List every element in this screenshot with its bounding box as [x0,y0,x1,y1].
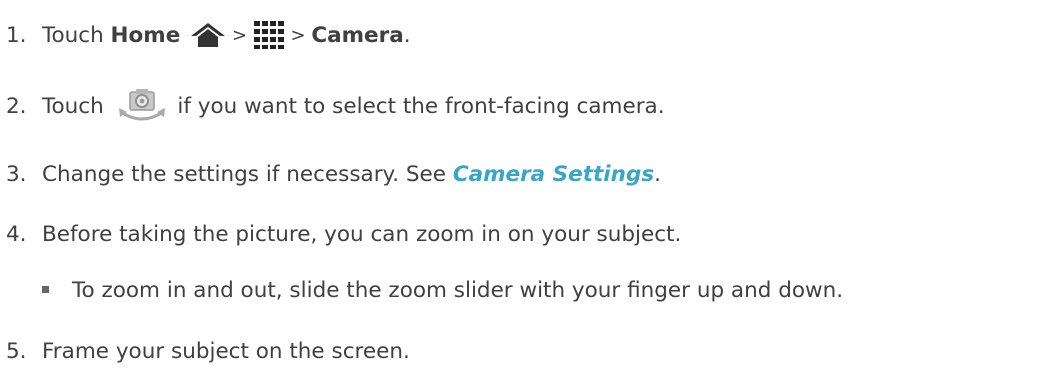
camera-label: Camera [311,22,404,48]
step-text-end: . [654,161,662,187]
step-number: 5. [6,338,27,364]
home-label: Home [110,22,181,48]
step-text: Change the settings if necessary. See [42,161,453,187]
step-3: 3. Change the settings if necessary. See… [6,154,661,194]
step-5: 5. Frame your subject on the screen. [6,331,410,371]
step-number: 1. [6,22,27,48]
bullet-marker [42,285,49,293]
separator: > [284,24,312,46]
camera-settings-link[interactable]: Camera Settings [453,162,654,187]
home-icon [190,22,226,48]
step-text: Touch [42,93,111,119]
step-number: 3. [6,161,27,187]
step-text-rest: if you want to select the front-facing c… [170,93,665,119]
bullet-text: To zoom in and out, slide the zoom slide… [72,277,844,303]
step-2: 2. Touch if you want to select the front… [6,86,665,126]
step-text: Before taking the picture, you can zoom … [42,221,682,247]
switch-camera-icon [117,86,167,126]
step-text-end: . [403,22,411,48]
step-4: 4. Before taking the picture, you can zo… [6,214,681,254]
separator: > [226,24,253,46]
step-4-bullet: To zoom in and out, slide the zoom slide… [42,270,843,310]
step-number: 2. [6,93,27,119]
step-text: Frame your subject on the screen. [42,338,410,364]
step-text: Touch [42,22,111,48]
step-number: 4. [6,221,27,247]
all-apps-grid-icon [253,20,285,50]
step-1: 1. Touch Home > > Camera . [6,15,411,55]
